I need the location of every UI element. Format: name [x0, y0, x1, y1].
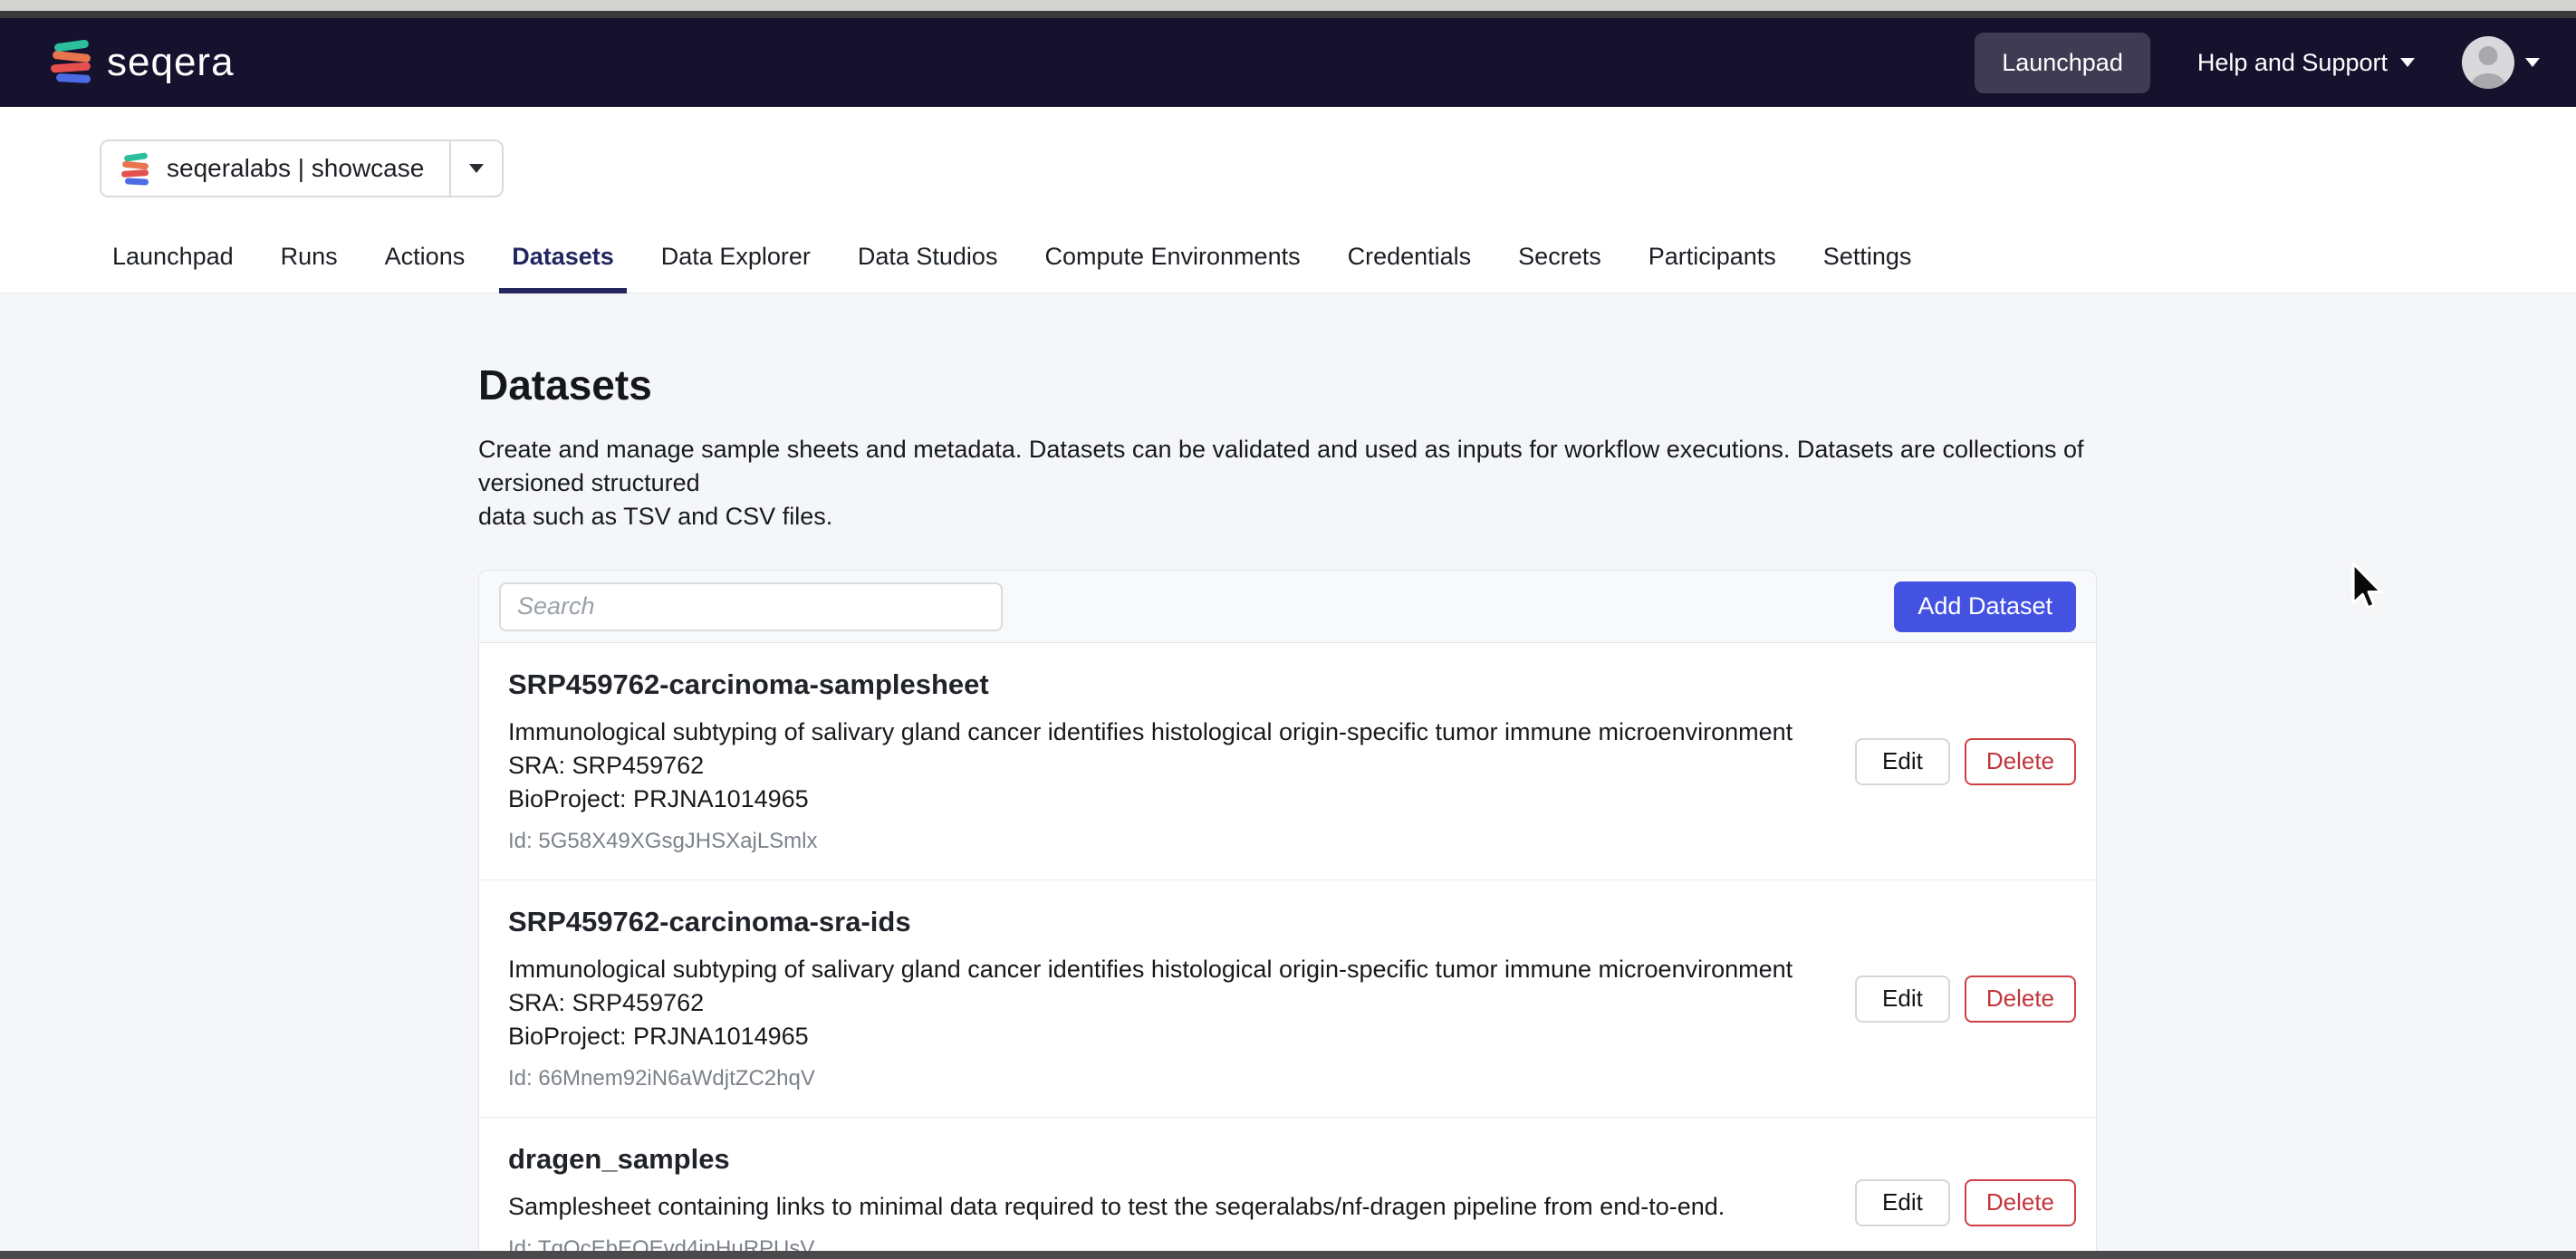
tab-credentials[interactable]: Credentials: [1335, 243, 1485, 293]
workspace-selector-main: seqeralabs | showcase: [101, 141, 449, 196]
workspace-header-band: seqeralabs | showcase Launchpad Runs Act…: [0, 107, 2576, 293]
datasets-card: Add Dataset SRP459762-carcinoma-samplesh…: [478, 570, 2097, 1259]
tab-settings[interactable]: Settings: [1811, 243, 1925, 293]
avatar: [2462, 36, 2514, 89]
edit-button[interactable]: Edit: [1855, 975, 1950, 1023]
dataset-name: dragen_samples: [508, 1143, 730, 1175]
chevron-down-icon: [469, 164, 485, 173]
tab-data-studios[interactable]: Data Studios: [845, 243, 1011, 293]
screen-edge-bottom: [0, 1251, 2576, 1259]
dataset-description: Samplesheet containing links to minimal …: [508, 1193, 1725, 1220]
workspace-dropdown-toggle[interactable]: [451, 141, 502, 196]
tab-launchpad[interactable]: Launchpad: [100, 243, 246, 293]
tab-secrets[interactable]: Secrets: [1505, 243, 1614, 293]
page-title: Datasets: [478, 361, 652, 408]
launchpad-button[interactable]: Launchpad: [1975, 32, 2150, 93]
seqera-brand[interactable]: seqera: [50, 39, 235, 86]
edit-button[interactable]: Edit: [1855, 737, 1950, 785]
navbar-right: Launchpad Help and Support: [1975, 32, 2540, 93]
dataset-row: SRP459762-carcinoma-sra-ids Immunologica…: [479, 880, 2096, 1118]
chevron-down-icon: [2525, 58, 2540, 67]
brand-name: seqera: [107, 40, 235, 84]
user-menu[interactable]: [2462, 36, 2540, 89]
help-and-support-menu[interactable]: Help and Support: [2197, 49, 2415, 77]
tab-participants[interactable]: Participants: [1636, 243, 1789, 293]
dataset-row: SRP459762-carcinoma-samplesheet Immunolo…: [479, 643, 2096, 880]
dataset-info: SRP459762-carcinoma-sra-ids Immunologica…: [508, 906, 1855, 1091]
datasets-toolbar: Add Dataset: [479, 571, 2096, 643]
dataset-description: Immunological subtyping of salivary glan…: [508, 718, 1793, 812]
dataset-description: Immunological subtyping of salivary glan…: [508, 956, 1793, 1050]
search-input[interactable]: [499, 581, 1003, 631]
top-navbar: seqera Launchpad Help and Support: [0, 18, 2576, 107]
dataset-id: Id: 66Mnem92iN6aWdjtZC2hqV: [508, 1066, 815, 1091]
browser-chrome-strip: [0, 11, 2576, 18]
page-description: Create and manage sample sheets and meta…: [478, 436, 2084, 530]
workspace-selector[interactable]: seqeralabs | showcase: [100, 139, 505, 197]
tab-datasets[interactable]: Datasets: [499, 243, 627, 293]
screen-edge-top: [0, 0, 2576, 11]
dataset-name: SRP459762-carcinoma-samplesheet: [508, 668, 989, 700]
tab-compute-environments[interactable]: Compute Environments: [1032, 243, 1312, 293]
main-content: Datasets Create and manage sample sheets…: [0, 293, 2576, 1259]
tab-data-explorer[interactable]: Data Explorer: [649, 243, 823, 293]
dataset-id: Id: 5G58X49XGsgJHSXajLSmlx: [508, 829, 818, 853]
dataset-info: dragen_samples Samplesheet containing li…: [508, 1143, 1855, 1259]
seqera-logo-icon: [50, 39, 92, 86]
tab-actions[interactable]: Actions: [372, 243, 478, 293]
delete-button[interactable]: Delete: [1964, 1178, 2076, 1226]
help-menu-label: Help and Support: [2196, 48, 2388, 76]
dataset-actions: Edit Delete: [1855, 1178, 2076, 1226]
dataset-row: dragen_samples Samplesheet containing li…: [479, 1118, 2096, 1259]
dataset-actions: Edit Delete: [1855, 737, 2076, 785]
workspace-logo-icon: [120, 151, 150, 186]
workspace-label: seqeralabs | showcase: [167, 154, 425, 182]
add-dataset-button[interactable]: Add Dataset: [1894, 581, 2076, 632]
dataset-name: SRP459762-carcinoma-sra-ids: [508, 906, 911, 937]
tab-runs[interactable]: Runs: [268, 243, 351, 293]
chevron-down-icon: [2400, 58, 2415, 67]
workspace-tabs: Launchpad Runs Actions Datasets Data Exp…: [100, 243, 2576, 293]
edit-button[interactable]: Edit: [1855, 1178, 1950, 1226]
dataset-info: SRP459762-carcinoma-samplesheet Immunolo…: [508, 668, 1855, 854]
dataset-actions: Edit Delete: [1855, 975, 2076, 1023]
delete-button[interactable]: Delete: [1964, 737, 2076, 785]
delete-button[interactable]: Delete: [1964, 975, 2076, 1023]
